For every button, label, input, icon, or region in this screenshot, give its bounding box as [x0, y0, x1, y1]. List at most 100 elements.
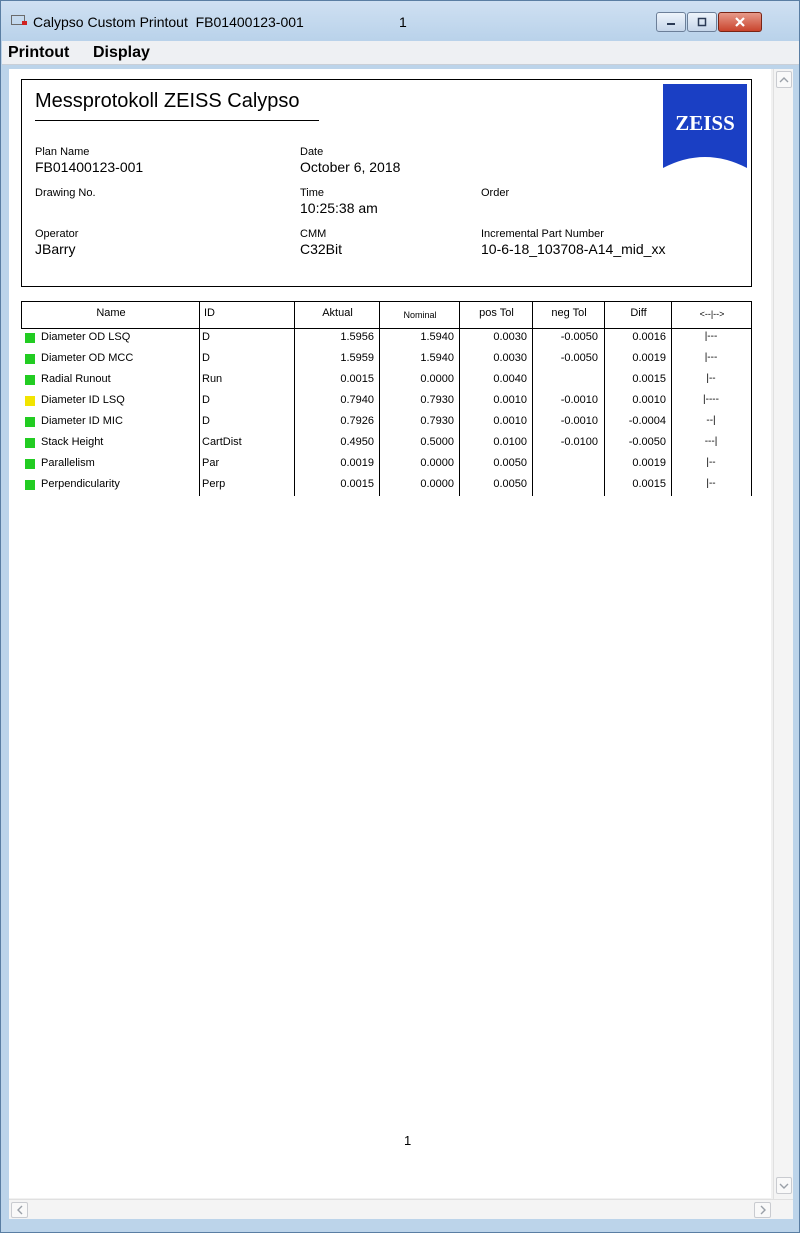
cell-id: Par: [202, 457, 220, 469]
horizontal-scrollbar[interactable]: [9, 1199, 793, 1219]
cell-pos-tol: 0.0010: [493, 415, 527, 427]
report-title: Messprotokoll ZEISS Calypso: [35, 90, 300, 112]
minimize-icon: [667, 23, 675, 25]
table-row: Parallelism Par 0.0019 0.0000 0.0050 0.0019 |-…: [21, 454, 752, 475]
cell-deviation: ---|: [704, 436, 718, 447]
cell-name: Stack Height: [41, 436, 104, 448]
scroll-down-button[interactable]: [776, 1177, 792, 1194]
cell-deviation: --|: [706, 415, 716, 426]
cell-neg-tol: -0.0010: [560, 415, 598, 427]
cell-id: D: [202, 415, 210, 427]
measurement-table: Name ID Aktual Nominal pos Tol neg Tol D…: [21, 301, 752, 496]
cell-name: Diameter OD LSQ: [41, 331, 131, 343]
scroll-left-button[interactable]: [11, 1202, 28, 1218]
column-header-pos-tol: pos Tol: [479, 307, 514, 319]
maximize-button[interactable]: [687, 12, 717, 32]
status-indicator: [25, 396, 35, 406]
status-indicator: [25, 459, 35, 469]
menu-printout[interactable]: Printout: [8, 44, 69, 62]
window-title-number: 1: [399, 14, 407, 30]
column-header-id: ID: [204, 307, 215, 319]
report-page: Messprotokoll ZEISS Calypso ZEISS Plan N…: [9, 69, 771, 1198]
report-header: Messprotokoll ZEISS Calypso ZEISS Plan N…: [21, 79, 752, 287]
drawing-no-label: Drawing No.: [35, 187, 96, 199]
cell-pos-tol: 0.0050: [493, 478, 527, 490]
vertical-scrollbar[interactable]: [773, 69, 793, 1199]
date-label: Date: [300, 146, 324, 158]
cell-diff: -0.0050: [628, 436, 666, 448]
cell-name: Parallelism: [41, 457, 95, 469]
menu-display[interactable]: Display: [93, 44, 150, 62]
table-row: Radial Runout Run 0.0015 0.0000 0.0040 0.0015…: [21, 370, 752, 391]
chevron-right-icon: [760, 1205, 766, 1215]
cell-pos-tol: 0.0040: [493, 373, 527, 385]
cell-aktual: 0.0015: [340, 478, 374, 490]
cell-neg-tol: -0.0050: [560, 331, 598, 343]
status-indicator: [25, 417, 35, 427]
column-header-diff: Diff: [630, 307, 647, 319]
cell-nominal: 0.5000: [420, 436, 454, 448]
cell-nominal: 0.0000: [420, 457, 454, 469]
cell-deviation: |---: [704, 352, 718, 363]
table-row: Diameter ID LSQ D 0.7940 0.7930 0.0010 -0.001…: [21, 391, 752, 412]
scroll-right-button[interactable]: [754, 1202, 771, 1218]
cell-aktual: 0.0019: [340, 457, 374, 469]
table-header: Name ID Aktual Nominal pos Tol neg Tol D…: [21, 301, 752, 329]
column-header-deviation: <--|-->: [699, 309, 725, 319]
cell-diff: 0.0010: [632, 394, 666, 406]
cell-pos-tol: 0.0030: [493, 352, 527, 364]
window-title: Calypso Custom Printout FB01400123-001: [33, 14, 304, 30]
cell-diff: 0.0015: [632, 478, 666, 490]
cell-diff: 0.0019: [632, 457, 666, 469]
column-header-aktual: Aktual: [322, 307, 353, 319]
cell-id: D: [202, 394, 210, 406]
cell-nominal: 0.7930: [420, 415, 454, 427]
cell-aktual: 0.4950: [340, 436, 374, 448]
cell-nominal: 1.5940: [420, 331, 454, 343]
status-indicator: [25, 438, 35, 448]
cell-deviation: |----: [703, 394, 719, 405]
cmm-label: CMM: [300, 228, 327, 240]
time-value: 10:25:38 am: [300, 200, 378, 216]
cell-nominal: 0.0000: [420, 478, 454, 490]
cell-neg-tol: -0.0010: [560, 394, 598, 406]
printout-window: Calypso Custom Printout FB01400123-001 1…: [0, 0, 800, 1233]
table-row: Perpendicularity Perp 0.0015 0.0000 0.0050 0.…: [21, 475, 752, 496]
cell-nominal: 0.7930: [420, 394, 454, 406]
table-row: Diameter OD MCC D 1.5959 1.5940 0.0030 -0.005…: [21, 349, 752, 370]
menu-bar: Printout Display: [2, 41, 799, 65]
cell-neg-tol: -0.0050: [560, 352, 598, 364]
cell-name: Diameter OD MCC: [41, 352, 134, 364]
incremental-part-number-value: 10-6-18_103708-A14_mid_xx: [481, 241, 666, 257]
scroll-up-button[interactable]: [776, 71, 792, 88]
chevron-up-icon: [779, 76, 789, 82]
cell-pos-tol: 0.0030: [493, 331, 527, 343]
operator-label: Operator: [35, 228, 79, 240]
cell-pos-tol: 0.0010: [493, 394, 527, 406]
incremental-part-number-label: Incremental Part Number: [481, 228, 604, 240]
svg-text:ZEISS: ZEISS: [675, 111, 735, 135]
maximize-icon: [697, 17, 707, 27]
cell-pos-tol: 0.0050: [493, 457, 527, 469]
close-icon: [735, 17, 745, 27]
cell-aktual: 0.7926: [340, 415, 374, 427]
zeiss-logo: ZEISS: [663, 84, 747, 168]
status-indicator: [25, 375, 35, 385]
close-button[interactable]: [718, 12, 762, 32]
column-header-name: Name: [96, 307, 126, 319]
cell-name: Diameter ID MIC: [41, 415, 123, 427]
minimize-button[interactable]: [656, 12, 686, 32]
status-indicator: [25, 354, 35, 364]
operator-value: JBarry: [35, 241, 76, 257]
cell-nominal: 0.0000: [420, 373, 454, 385]
title-underline: [35, 120, 319, 121]
title-bar[interactable]: Calypso Custom Printout FB01400123-001 1: [1, 1, 799, 41]
plan-name-label: Plan Name: [35, 146, 90, 158]
table-row: Stack Height CartDist 0.4950 0.5000 0.0100 -0…: [21, 433, 752, 454]
cell-nominal: 1.5940: [420, 352, 454, 364]
cell-id: Perp: [202, 478, 226, 490]
cell-diff: 0.0016: [632, 331, 666, 343]
cell-id: Run: [202, 373, 223, 385]
chevron-left-icon: [16, 1205, 22, 1215]
cell-aktual: 1.5956: [340, 331, 374, 343]
